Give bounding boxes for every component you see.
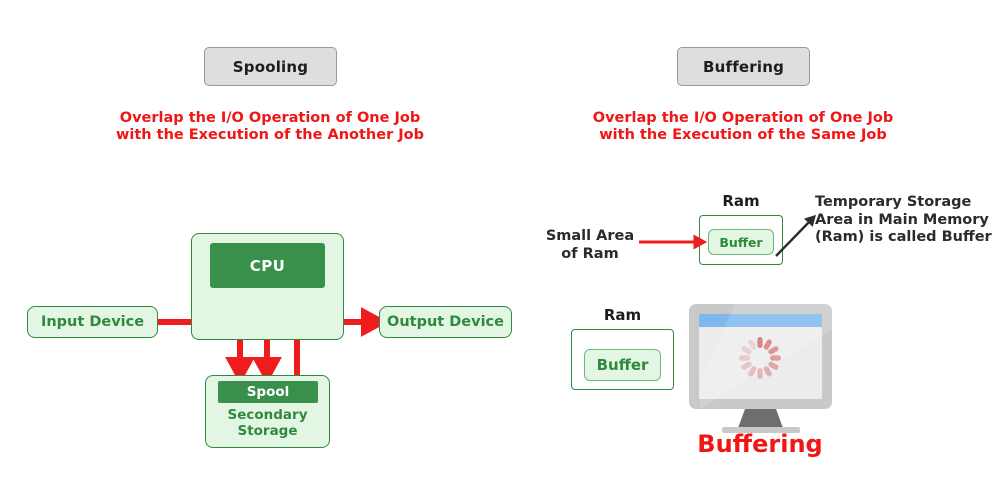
ram-label-top: Ram [722,192,760,210]
output-device-box: Output Device [379,306,512,338]
spooling-arrows-layer [158,302,389,385]
spool-label: Spool [246,384,290,400]
loading-spinner-icon [739,337,781,379]
buffer-label-top: Buffer [719,234,763,250]
spooling-header-box: Spooling [204,47,337,86]
buffer-annotation-label: Temporary Storage Area in Main Memory (R… [815,194,992,245]
diagram-canvas: Spooling Buffering Overlap the I/O Opera… [0,0,1000,500]
spool-chip: Spool [218,381,318,403]
cpu-label: CPU [249,256,286,275]
buffer-chip-top: Buffer [708,229,774,255]
buffering-caption-word: Buffering [697,430,823,458]
spooling-caption: Overlap the I/O Operation of One Job wit… [115,110,425,143]
buffering-arrows-layer [639,214,817,257]
buffering-caption: Overlap the I/O Operation of One Job wit… [592,110,894,143]
buffering-header-label: Buffering [702,57,785,76]
input-device-label: Input Device [40,314,145,330]
buffer-chip-bottom: Buffer [584,349,661,381]
ram-label-bottom: Ram [603,306,642,324]
secondary-storage-label: Secondary Storage [227,407,308,439]
cpu-chip: CPU [210,243,325,288]
small-area-of-ram-label: Small Area of Ram [545,228,635,262]
monitor-icon [689,304,832,433]
input-device-box: Input Device [27,306,158,338]
output-device-label: Output Device [387,314,504,330]
buffering-header-box: Buffering [677,47,810,86]
buffer-label-bottom: Buffer [596,356,649,374]
spooling-header-label: Spooling [232,57,309,76]
